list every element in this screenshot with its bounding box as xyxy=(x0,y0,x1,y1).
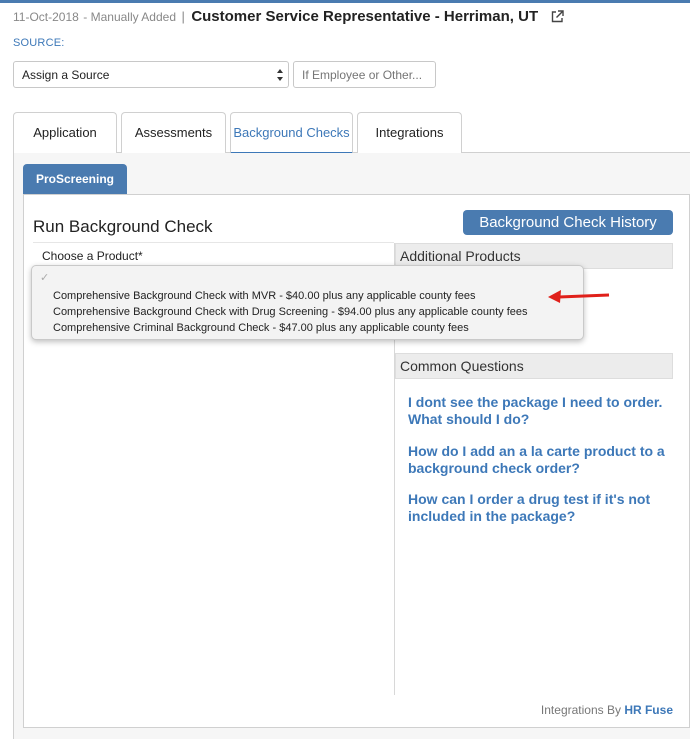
select-arrows-icon xyxy=(277,69,283,81)
source-select[interactable]: Assign a Source xyxy=(13,61,289,88)
added-date: 11-Oct-2018 xyxy=(13,10,79,24)
faq-link-a-la-carte[interactable]: How do I add an a la carte product to a … xyxy=(408,443,673,477)
footer-credit: Integrations By HR Fuse xyxy=(541,703,673,717)
product-dropdown-menu[interactable]: ✓ Comprehensive Background Check with MV… xyxy=(31,265,584,340)
tab-integrations[interactable]: Integrations xyxy=(357,112,462,153)
faq-link-drug-test[interactable]: How can I order a drug test if it's not … xyxy=(408,491,673,525)
footer-brand[interactable]: HR Fuse xyxy=(624,703,673,717)
added-by: Manually Added xyxy=(90,10,177,24)
page-header: 11-Oct-2018 - Manually Added | Customer … xyxy=(13,8,564,28)
common-questions-header: Common Questions xyxy=(395,353,673,379)
run-background-check-title: Run Background Check xyxy=(33,217,213,236)
employee-or-other-input[interactable] xyxy=(293,61,436,88)
tab-assessments[interactable]: Assessments xyxy=(121,112,226,153)
background-check-history-button[interactable]: Background Check History xyxy=(463,210,673,235)
source-select-value: Assign a Source xyxy=(22,68,110,82)
product-option-drug-screening[interactable]: Comprehensive Background Check with Drug… xyxy=(53,306,528,318)
faq-link-package[interactable]: I dont see the package I need to order. … xyxy=(408,394,673,428)
product-option-criminal[interactable]: Comprehensive Criminal Background Check … xyxy=(53,322,469,334)
header-separator: | xyxy=(181,9,185,24)
red-arrow-annotation-icon xyxy=(548,290,610,303)
checkmark-icon: ✓ xyxy=(40,272,50,284)
top-accent-bar xyxy=(0,0,690,3)
tab-application[interactable]: Application xyxy=(13,112,117,153)
product-option-mvr[interactable]: Comprehensive Background Check with MVR … xyxy=(53,290,476,302)
divider xyxy=(33,242,394,243)
choose-product-label: Choose a Product* xyxy=(42,249,143,263)
subtab-proscreening[interactable]: ProScreening xyxy=(23,164,127,194)
source-label: SOURCE: xyxy=(13,37,65,49)
job-title: Customer Service Representative - Herrim… xyxy=(191,8,539,25)
footer-text: Integrations By xyxy=(540,703,621,717)
tab-background-checks[interactable]: Background Checks xyxy=(230,112,353,154)
external-link-icon[interactable] xyxy=(551,10,564,28)
